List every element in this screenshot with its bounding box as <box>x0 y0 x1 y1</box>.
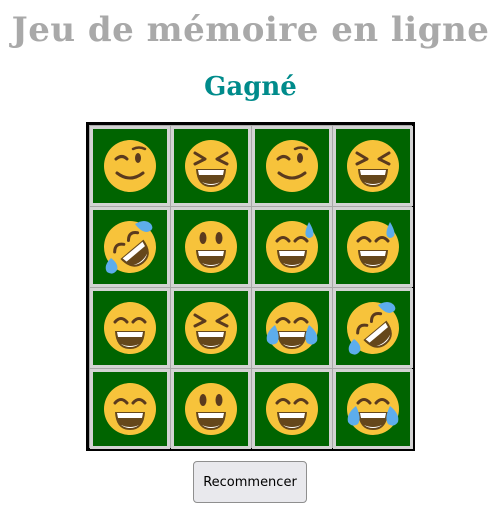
memory-card[interactable] <box>171 207 251 287</box>
memory-card[interactable] <box>90 288 170 368</box>
memory-card[interactable] <box>171 369 251 449</box>
memory-card[interactable] <box>171 126 251 206</box>
grinning-squinting-face-icon <box>174 129 248 203</box>
memory-card[interactable] <box>252 288 332 368</box>
grinning-face-big-eyes-icon <box>174 210 248 284</box>
grinning-squinting-face-icon <box>174 291 248 365</box>
rolling-on-floor-laughing-icon <box>93 210 167 284</box>
grinning-face-sweat-icon <box>336 210 410 284</box>
winking-face-icon <box>255 129 329 203</box>
game-board <box>86 122 415 451</box>
grinning-face-sweat-icon <box>255 210 329 284</box>
memory-card[interactable] <box>90 126 170 206</box>
memory-card[interactable] <box>90 369 170 449</box>
rolling-on-floor-laughing-icon <box>336 291 410 365</box>
grinning-face-big-eyes-icon <box>174 372 248 446</box>
winking-face-icon <box>93 129 167 203</box>
game-status: Gagné <box>204 72 297 102</box>
memory-card[interactable] <box>90 207 170 287</box>
face-tears-of-joy-icon <box>255 291 329 365</box>
memory-card[interactable] <box>333 288 413 368</box>
beaming-face-icon <box>255 372 329 446</box>
beaming-face-icon <box>93 291 167 365</box>
page-title: Jeu de mémoire en ligne <box>11 10 490 50</box>
memory-card[interactable] <box>333 207 413 287</box>
memory-card[interactable] <box>333 369 413 449</box>
beaming-face-icon <box>93 372 167 446</box>
memory-card[interactable] <box>333 126 413 206</box>
grinning-squinting-face-icon <box>336 129 410 203</box>
memory-card[interactable] <box>171 288 251 368</box>
memory-card[interactable] <box>252 207 332 287</box>
face-tears-of-joy-icon <box>336 372 410 446</box>
restart-button[interactable]: Recommencer <box>193 461 307 503</box>
memory-card[interactable] <box>252 126 332 206</box>
memory-card[interactable] <box>252 369 332 449</box>
